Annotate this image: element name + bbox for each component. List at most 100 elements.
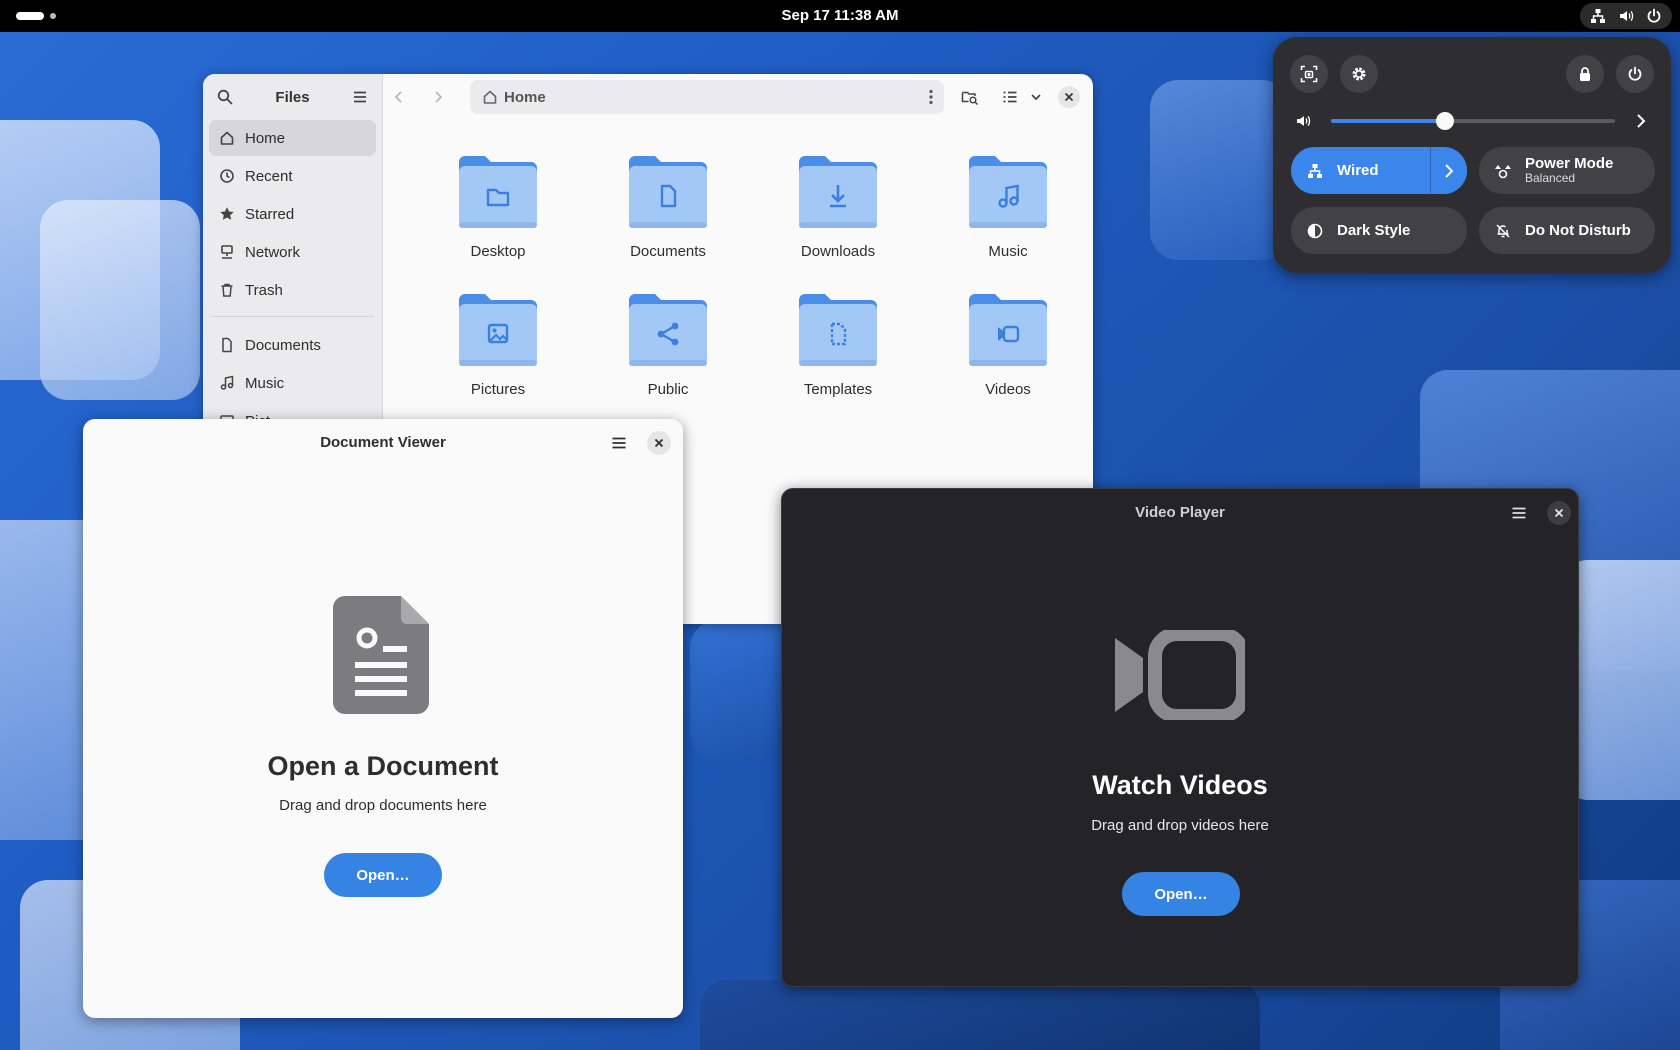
folder-music[interactable]: Music: [933, 150, 1083, 260]
sidebar-item-home[interactable]: Home: [209, 120, 376, 156]
chevron-right-icon: [1443, 163, 1455, 179]
folder-downloads[interactable]: Downloads: [763, 150, 913, 260]
bell-off-icon: [1495, 223, 1517, 239]
dark-style-toggle[interactable]: Dark Style: [1291, 207, 1467, 254]
quick-settings-panel: Wired Power Mode Balanced Dark Style Do …: [1273, 37, 1671, 273]
picture-icon: [459, 294, 537, 366]
empty-state-title: Open a Document: [267, 751, 499, 781]
empty-state-subtitle: Drag and drop videos here: [1091, 817, 1269, 834]
wired-toggle[interactable]: Wired: [1291, 147, 1467, 194]
music-icon: [219, 375, 235, 391]
folder-label: Templates: [803, 381, 873, 398]
path-label: Home: [504, 88, 546, 106]
window-title: Video Player: [1135, 504, 1225, 521]
screenshot-button[interactable]: [1290, 55, 1328, 93]
sidebar-item-documents[interactable]: Documents: [209, 327, 376, 363]
power-icon: [1627, 66, 1643, 82]
document-icon: [333, 594, 431, 716]
open-button[interactable]: Open…: [324, 853, 442, 897]
gear-icon: [1350, 65, 1368, 83]
sidebar-item-label: Music: [245, 374, 285, 392]
clock-icon: [219, 168, 235, 184]
document-viewer-window: Document Viewer Open a Document Drag and…: [83, 419, 683, 1018]
folder-pictures[interactable]: Pictures: [423, 288, 573, 398]
network-wired-icon: [1307, 163, 1329, 179]
folder-icon: [459, 156, 537, 228]
volume-slider[interactable]: [1331, 112, 1615, 130]
wired-menu-button[interactable]: [1430, 147, 1467, 194]
main-menu-icon[interactable]: [1507, 501, 1531, 525]
sidebar-item-network[interactable]: Network: [209, 234, 376, 270]
sidebar-item-recent[interactable]: Recent: [209, 158, 376, 194]
sidebar-item-label: Starred: [245, 205, 295, 223]
chevron-right-icon[interactable]: [1633, 112, 1649, 130]
folder-desktop[interactable]: Desktop: [423, 150, 573, 260]
document-icon: [629, 156, 707, 228]
sidebar-item-music[interactable]: Music: [209, 365, 376, 401]
clock-label[interactable]: Sep 17 11:38 AM: [781, 7, 898, 24]
folder-videos[interactable]: Videos: [933, 288, 1083, 398]
power-mode-value: Balanced: [1525, 171, 1576, 186]
volume-icon[interactable]: [1295, 113, 1313, 129]
sidebar-item-label: Trash: [245, 281, 283, 299]
wired-label: Wired: [1337, 162, 1379, 179]
workspace-indicator: [50, 13, 56, 19]
system-tray[interactable]: [1580, 3, 1672, 29]
close-icon[interactable]: [1055, 83, 1083, 111]
folder-documents[interactable]: Documents: [593, 150, 743, 260]
music-icon: [969, 156, 1047, 228]
back-icon[interactable]: [385, 83, 413, 111]
do-not-disturb-toggle[interactable]: Do Not Disturb: [1479, 207, 1655, 254]
power-button[interactable]: [1616, 55, 1654, 93]
sidebar-item-label: Network: [245, 243, 301, 261]
chevron-down-icon[interactable]: [1022, 83, 1050, 111]
settings-button[interactable]: [1340, 55, 1378, 93]
screenshot-icon: [1300, 65, 1318, 83]
volume-slider-knob[interactable]: [1435, 112, 1454, 130]
sidebar-item-label: Documents: [245, 336, 321, 354]
share-icon: [629, 294, 707, 366]
folder-label: Desktop: [470, 243, 526, 260]
open-button[interactable]: Open…: [1122, 872, 1240, 916]
download-icon: [799, 156, 877, 228]
trash-icon: [219, 282, 235, 298]
forward-icon[interactable]: [424, 83, 452, 111]
template-icon: [799, 294, 877, 366]
folder-label: Videos: [985, 381, 1031, 398]
sidebar-separator: [211, 316, 374, 317]
power-mode-toggle[interactable]: Power Mode Balanced: [1479, 147, 1655, 194]
lock-icon: [1577, 66, 1593, 82]
sidebar-item-trash[interactable]: Trash: [209, 272, 376, 308]
document-icon: [219, 337, 235, 353]
list-view-icon[interactable]: [996, 83, 1024, 111]
dark-style-icon: [1307, 223, 1329, 239]
lock-button[interactable]: [1566, 55, 1604, 93]
main-menu-icon[interactable]: [607, 431, 631, 455]
main-menu-icon[interactable]: [346, 83, 374, 111]
files-sidebar-header: Files: [203, 74, 382, 120]
search-location-icon[interactable]: [956, 83, 984, 111]
folder-public[interactable]: Public: [593, 288, 743, 398]
video-icon: [1115, 630, 1245, 720]
close-icon[interactable]: [647, 431, 671, 455]
home-icon: [482, 89, 498, 105]
top-bar: Sep 17 11:38 AM: [0, 0, 1680, 32]
close-icon[interactable]: [1547, 501, 1571, 525]
power-icon: [1646, 8, 1662, 24]
power-mode-label: Power Mode: [1525, 154, 1614, 172]
clock: Sep 17 11:38 AM: [0, 7, 1680, 24]
sidebar-item-label: Recent: [245, 167, 293, 185]
activities-button[interactable]: [16, 12, 56, 20]
more-options-icon[interactable]: [928, 89, 934, 105]
folder-label: Music: [988, 243, 1028, 260]
folder-label: Public: [647, 381, 689, 398]
folder-label: Documents: [630, 243, 706, 260]
home-icon: [219, 130, 235, 146]
path-bar[interactable]: Home: [470, 80, 944, 114]
star-icon: [219, 206, 235, 222]
folder-templates[interactable]: Templates: [763, 288, 913, 398]
sidebar-item-label: Home: [245, 129, 286, 147]
window-title: Document Viewer: [320, 434, 446, 451]
sidebar-item-starred[interactable]: Starred: [209, 196, 376, 232]
folder-label: Pictures: [470, 381, 526, 398]
